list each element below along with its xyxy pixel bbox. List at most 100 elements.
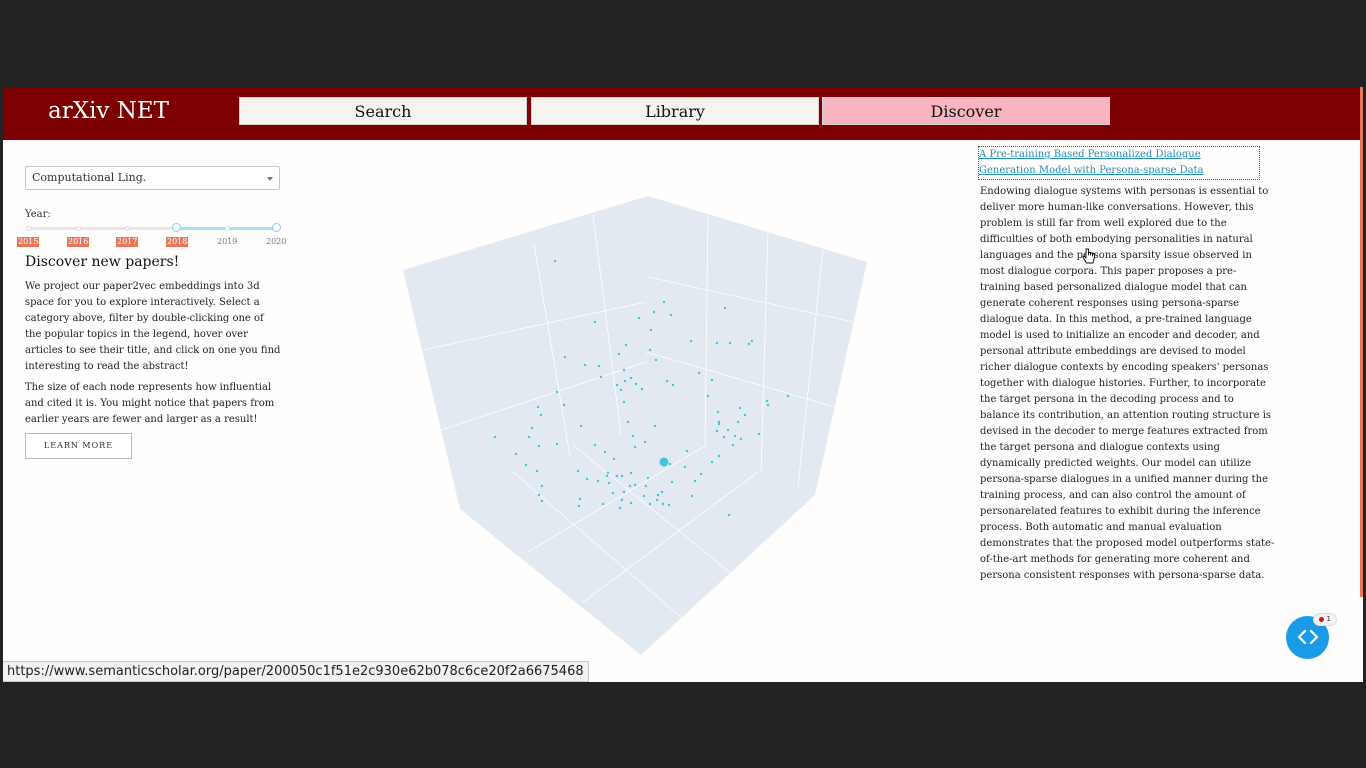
paper-node[interactable] (535, 469, 539, 473)
paper-node[interactable] (605, 474, 609, 478)
paper-node[interactable] (689, 339, 693, 343)
paper-node[interactable] (622, 400, 626, 404)
paper-node[interactable] (633, 483, 637, 487)
paper-node[interactable] (562, 403, 566, 407)
paper-node[interactable] (596, 479, 600, 483)
paper-node[interactable] (593, 443, 597, 447)
paper-node[interactable] (527, 435, 531, 439)
paper-node[interactable] (733, 434, 737, 438)
paper-node[interactable] (699, 472, 703, 476)
paper-node[interactable] (637, 316, 641, 320)
paper-node[interactable] (623, 379, 627, 383)
paper-node[interactable] (644, 484, 648, 488)
paper-node[interactable] (731, 443, 735, 447)
paper-node[interactable] (649, 328, 653, 332)
paper-node[interactable] (723, 306, 727, 310)
paper-node[interactable] (786, 394, 790, 398)
paper-node[interactable] (697, 371, 701, 375)
page-scrollbar[interactable] (1360, 87, 1363, 597)
paper-node[interactable] (553, 259, 557, 263)
paper-node[interactable] (722, 435, 726, 439)
paper-node[interactable] (661, 502, 665, 506)
paper-node[interactable] (710, 460, 714, 464)
paper-node[interactable] (766, 403, 770, 407)
nav-library-button[interactable]: Library (531, 97, 819, 125)
paper-node[interactable] (669, 313, 673, 317)
paper-node[interactable] (537, 493, 541, 497)
paper-node[interactable] (653, 424, 657, 428)
paper-node[interactable] (539, 413, 543, 417)
slider-dot-2016[interactable] (76, 226, 81, 231)
paper-node[interactable] (715, 429, 719, 433)
paper-node[interactable] (578, 497, 582, 501)
year-mark-2020[interactable]: 2020 (265, 237, 287, 247)
year-mark-2018[interactable]: 2018 (166, 237, 189, 247)
paper-node[interactable] (728, 341, 732, 345)
paper-node[interactable] (537, 444, 541, 448)
paper-node[interactable] (640, 387, 644, 391)
paper-node[interactable] (601, 502, 605, 506)
paper-node[interactable] (555, 442, 559, 446)
paper-node[interactable] (530, 426, 534, 430)
paper-node[interactable] (593, 320, 597, 324)
paper-node[interactable] (624, 343, 628, 347)
year-mark-2015[interactable]: 2015 (17, 237, 40, 247)
paper-node[interactable] (660, 490, 664, 494)
learn-more-button[interactable]: LEARN MORE (25, 433, 132, 459)
paper-node[interactable] (693, 479, 697, 483)
paper-node[interactable] (633, 445, 637, 449)
paper-node[interactable] (629, 376, 633, 380)
paper-node[interactable] (690, 494, 694, 498)
paper-node[interactable] (611, 491, 615, 495)
paper-node[interactable] (514, 452, 518, 456)
paper-node[interactable] (579, 424, 583, 428)
paper-node[interactable] (654, 358, 658, 362)
paper-node[interactable] (655, 498, 659, 502)
paper-node[interactable] (717, 422, 721, 426)
year-slider-start-handle[interactable] (172, 223, 181, 232)
paper-node[interactable] (629, 501, 633, 505)
paper-node[interactable] (648, 502, 652, 506)
paper-node[interactable] (619, 388, 623, 392)
paper-node[interactable] (736, 420, 740, 424)
slider-dot-2015[interactable] (26, 226, 31, 231)
paper-node[interactable] (563, 355, 567, 359)
paper-node[interactable] (615, 383, 619, 387)
paper-node[interactable] (615, 474, 619, 478)
paper-node[interactable] (715, 341, 719, 345)
paper-node[interactable] (739, 437, 743, 441)
paper-node[interactable] (683, 465, 687, 469)
paper-node[interactable] (607, 481, 611, 485)
paper-node[interactable] (628, 484, 632, 488)
slider-dot-2019[interactable] (225, 226, 230, 231)
paper-node[interactable] (685, 449, 689, 453)
paper-node[interactable] (629, 471, 633, 475)
paper-node[interactable] (631, 434, 635, 438)
paper-node[interactable] (540, 499, 544, 503)
paper-node[interactable] (656, 493, 660, 497)
paper-node[interactable] (583, 363, 587, 367)
paper-node[interactable] (750, 339, 754, 343)
paper-node[interactable] (585, 477, 589, 481)
paper-title-link[interactable]: A Pre-training Based Personalized Dialog… (978, 146, 1260, 180)
paper-node[interactable] (765, 399, 769, 403)
paper-node[interactable] (626, 420, 630, 424)
paper-node[interactable] (668, 462, 672, 466)
paper-node[interactable] (747, 342, 751, 346)
paper-node[interactable] (706, 394, 710, 398)
paper-node[interactable] (670, 480, 674, 484)
paper-node[interactable] (620, 474, 624, 478)
year-mark-2016[interactable]: 2016 (67, 237, 90, 247)
paper-node[interactable] (648, 348, 652, 352)
paper-node[interactable] (727, 513, 731, 517)
paper-node[interactable] (603, 450, 607, 454)
paper-node[interactable] (743, 413, 747, 417)
paper-node[interactable] (642, 494, 646, 498)
paper-node[interactable] (606, 471, 610, 475)
paper-node[interactable] (671, 383, 675, 387)
year-mark-2019[interactable]: 2019 (216, 237, 238, 247)
paper-node[interactable] (665, 379, 669, 383)
category-dropdown[interactable]: Computational Ling. (25, 166, 280, 190)
paper-node[interactable] (717, 454, 721, 458)
paper-node[interactable] (662, 300, 666, 304)
